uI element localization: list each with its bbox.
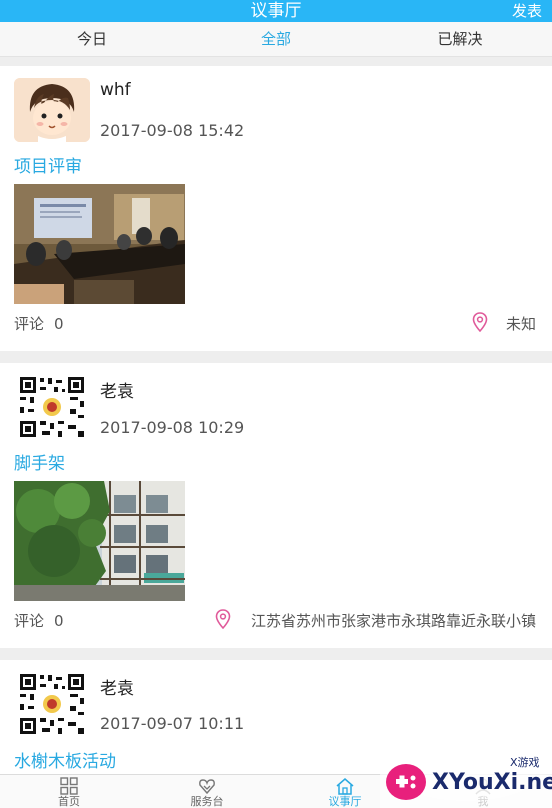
comment-label: 评论 <box>14 315 45 333</box>
location-pin-icon <box>472 312 488 332</box>
tab-all[interactable]: 全部 <box>184 22 368 56</box>
post-photo[interactable] <box>14 481 185 601</box>
title-bar: 议事厅 发表 <box>0 0 552 22</box>
comment-number: 0 <box>54 612 64 630</box>
username: whf <box>100 80 131 100</box>
post-photo[interactable] <box>14 184 185 304</box>
home-icon <box>336 778 354 795</box>
qr-code-avatar-icon <box>14 672 90 736</box>
avatar[interactable] <box>14 78 90 142</box>
comment-count[interactable]: 评论 0 <box>14 313 64 334</box>
tab-today[interactable]: 今日 <box>0 22 184 56</box>
cartoon-boy-avatar-icon <box>14 78 90 142</box>
comment-count[interactable]: 评论 0 <box>14 610 64 631</box>
comment-number: 0 <box>54 315 64 333</box>
post-time: 2017-09-07 10:11 <box>100 714 245 733</box>
watermark-text: XYouXi.net <box>432 770 552 795</box>
page-title: 议事厅 <box>250 1 302 21</box>
nav-service-desk[interactable]: 服务台 <box>138 775 276 808</box>
location-text: 未知 <box>505 315 536 333</box>
post-card[interactable]: 老袁 2017-09-08 10:29 脚手架 评论 0 江苏省苏州市张家港市永… <box>0 363 552 648</box>
watermark: X游戏 XYouXi.net <box>380 752 552 808</box>
avatar[interactable] <box>14 672 90 736</box>
location-text: 江苏省苏州市张家港市永琪路靠近永联小镇 <box>250 612 536 630</box>
nav-service-desk-label: 服务台 <box>190 795 224 808</box>
username: 老袁 <box>100 679 134 699</box>
post-title[interactable]: 项目评审 <box>14 152 82 177</box>
avatar[interactable] <box>14 375 90 439</box>
nav-home-label: 首页 <box>58 795 80 808</box>
meeting-room-photo-icon <box>14 184 185 304</box>
location-pin-icon <box>215 609 231 629</box>
tab-resolved[interactable]: 已解决 <box>368 22 552 56</box>
qr-code-avatar-icon <box>14 375 90 439</box>
username: 老袁 <box>100 382 134 402</box>
post-time: 2017-09-08 10:29 <box>100 418 245 437</box>
filter-tabs: 今日 全部 已解决 <box>0 22 552 57</box>
watermark-tag: X游戏 <box>510 756 540 769</box>
post-title[interactable]: 水榭木板活动 <box>14 747 116 772</box>
post-title[interactable]: 脚手架 <box>14 449 65 474</box>
publish-button[interactable]: 发表 <box>512 0 542 22</box>
grid-icon <box>60 777 78 795</box>
service-icon <box>199 779 215 795</box>
comment-label: 评论 <box>14 612 45 630</box>
post-card[interactable]: whf 2017-09-08 15:42 项目评审 评论 0 未知 <box>0 66 552 351</box>
nav-home[interactable]: 首页 <box>0 775 138 808</box>
post-time: 2017-09-08 15:42 <box>100 121 245 140</box>
building-scaffold-photo-icon <box>14 481 185 601</box>
app-screen: 议事厅 发表 今日 全部 已解决 whf 2017-09-08 15:42 项目… <box>0 0 552 808</box>
